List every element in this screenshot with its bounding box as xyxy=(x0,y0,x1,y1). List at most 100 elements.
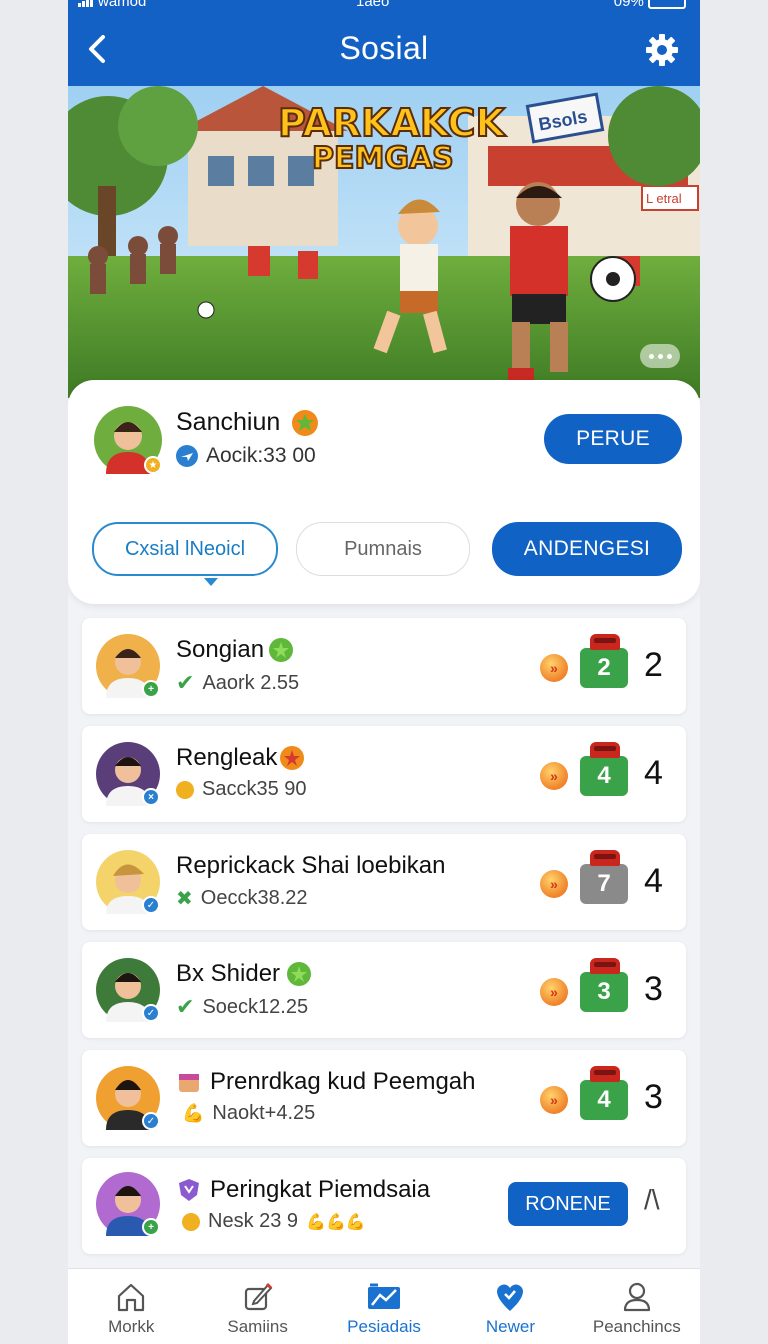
bottom-nav: Morkk Samiins Pesiadais Newer Peanchincs xyxy=(68,1268,700,1344)
plus-badge-icon: + xyxy=(142,1218,160,1236)
profile-action-button[interactable]: PERUE xyxy=(544,414,682,464)
clock: 1aeo xyxy=(356,0,390,10)
tab-caret-icon xyxy=(204,578,218,586)
nav-item-pesiadais[interactable]: Pesiadais xyxy=(321,1269,447,1344)
signal-icon xyxy=(78,0,94,7)
player-stat-text: Soeck12.25 xyxy=(202,995,309,1018)
player-stat-text: Aaork 2.55 xyxy=(202,671,300,694)
nav-label: Morkk xyxy=(108,1317,155,1336)
score-value: 2 xyxy=(597,654,611,681)
score-value: 7 xyxy=(597,870,611,897)
plane-icon xyxy=(176,445,198,467)
check-icon: ✔ xyxy=(176,670,195,695)
player-avatar: ✓ xyxy=(96,1066,160,1130)
player-stat-text: Nesk 23 9 xyxy=(208,1210,299,1232)
coin-icon: » xyxy=(540,654,568,682)
heart-pin-icon xyxy=(497,1284,524,1311)
nav-item-morkk[interactable]: Morkk xyxy=(68,1269,194,1344)
app-screen: wamod 1aeo 09% Sosial Bsols L etral PARK… xyxy=(68,0,700,1344)
nav-label: Peanchincs xyxy=(592,1317,681,1336)
level-badge: ★ xyxy=(144,456,162,474)
player-stat: ✖ Oecck38.22 xyxy=(176,886,308,911)
box-icon xyxy=(179,1074,199,1092)
banner-illustration: Bsols L etral PARKAKCK PEMGAS xyxy=(68,86,700,398)
check-badge-icon: ✓ xyxy=(142,1004,160,1022)
player-avatar: + xyxy=(96,1172,160,1236)
game-banner[interactable]: Bsols L etral PARKAKCK PEMGAS xyxy=(68,86,700,398)
nav-label: Newer xyxy=(485,1317,535,1336)
flex-icon: 💪 xyxy=(182,1103,205,1123)
nav-item-newer[interactable]: Newer xyxy=(447,1269,573,1344)
player-avatar: ✓ xyxy=(96,958,160,1022)
profile-avatar[interactable]: ★ xyxy=(94,406,162,474)
profile-name: Sanchiun xyxy=(176,408,319,437)
player-name: Peringkat Piemdsaia xyxy=(176,1176,430,1204)
list-item[interactable]: × Rengleak Sacck35 90 » 4 4 xyxy=(82,726,686,822)
person-icon xyxy=(623,1282,650,1312)
score-badge: 2 xyxy=(580,634,628,688)
car-icon xyxy=(590,742,620,758)
car-icon xyxy=(590,1066,620,1082)
player-stat: ✔ Aaork 2.55 xyxy=(176,670,299,696)
rank-value: /\ xyxy=(644,1184,660,1215)
battery-text: 09% xyxy=(613,0,644,10)
score-value: 3 xyxy=(597,978,611,1005)
player-stat: ✔ Soeck12.25 xyxy=(176,994,308,1020)
board-icon xyxy=(368,1283,401,1309)
player-avatar: ✓ xyxy=(96,850,160,914)
player-name: Bx Shider xyxy=(176,960,312,988)
list-item[interactable]: ✓ Reprickack Shai loebikan ✖ Oecck38.22 »… xyxy=(82,834,686,930)
plus-badge-icon: + xyxy=(142,680,160,698)
settings-button[interactable] xyxy=(644,32,680,68)
profile-card: ★ Sanchiun Aocik:33 00 PERUE Cxsial lNeo… xyxy=(68,380,700,604)
player-name: Songian xyxy=(176,636,294,664)
player-name-text: Peringkat Piemdsaia xyxy=(210,1176,431,1203)
tab-andengesi[interactable]: ANDENGESI xyxy=(492,522,682,576)
list-item[interactable]: + Peringkat Piemdsaia Nesk 23 9 💪💪💪 RONEN… xyxy=(82,1158,686,1254)
car-icon xyxy=(590,958,620,974)
score-value: 4 xyxy=(597,1086,611,1113)
more-dots-button[interactable] xyxy=(640,344,680,368)
score-badge: 7 xyxy=(580,850,628,904)
tab-social-label: Cxsial lNeoicl xyxy=(124,537,246,560)
nav-item-samiins[interactable]: Samiins xyxy=(194,1269,320,1344)
tab-pumnais[interactable]: Pumnais xyxy=(296,522,470,576)
coin-icon: » xyxy=(540,978,568,1006)
list-item[interactable]: ✓ Bx Shider ✔ Soeck12.25 » 3 3 xyxy=(82,942,686,1038)
nav-label: Pesiadais xyxy=(347,1317,421,1336)
car-icon xyxy=(590,634,620,650)
rank-action-button[interactable]: RONENE xyxy=(508,1182,628,1226)
player-name: Reprickack Shai loebikan xyxy=(176,852,446,879)
header-bar: wamod 1aeo 09% Sosial xyxy=(68,0,700,86)
tab-social[interactable]: Cxsial lNeoicl xyxy=(92,522,278,586)
x-badge-icon: × xyxy=(142,788,160,806)
player-stat: Nesk 23 9 💪💪💪 xyxy=(182,1210,366,1233)
list-item[interactable]: + Songian ✔ Aaork 2.55 » 2 2 xyxy=(82,618,686,714)
star-badge-icon xyxy=(280,746,305,770)
cross-star-icon: ✖ xyxy=(176,888,193,910)
home-icon xyxy=(118,1283,145,1312)
score-badge: 4 xyxy=(580,1066,628,1120)
check-icon: ✔ xyxy=(176,994,195,1019)
profile-name-text: Sanchiun xyxy=(176,408,281,436)
coin-small-icon xyxy=(182,1212,200,1231)
player-stat: Sacck35 90 xyxy=(176,778,307,801)
player-stat-text: Sacck35 90 xyxy=(202,778,307,800)
profile-stat: Aocik:33 00 xyxy=(176,444,316,468)
check-badge-icon: ✓ xyxy=(142,896,160,914)
coin-small-icon xyxy=(176,780,194,799)
player-name: Prenrdkag kud Peemgah xyxy=(176,1068,476,1096)
battery-icon xyxy=(648,0,686,9)
list-item[interactable]: ✓ Prenrdkag kud Peemgah 💪 Naokt+4.25 » 4 … xyxy=(82,1050,686,1146)
player-stat-text: Naokt+4.25 xyxy=(212,1102,316,1124)
player-stat-text: Oecck38.22 xyxy=(200,887,308,909)
car-icon xyxy=(590,850,620,866)
player-name-text: Rengleak xyxy=(176,744,278,771)
coin-icon: » xyxy=(540,1086,568,1114)
score-badge: 3 xyxy=(580,958,628,1012)
nav-item-peanchincs[interactable]: Peanchincs xyxy=(574,1269,700,1344)
banner-logo-line1: PARKAKCK xyxy=(278,101,507,145)
player-stat: 💪 Naokt+4.25 xyxy=(182,1102,315,1125)
score-badge: 4 xyxy=(580,742,628,796)
player-avatar: × xyxy=(96,742,160,806)
